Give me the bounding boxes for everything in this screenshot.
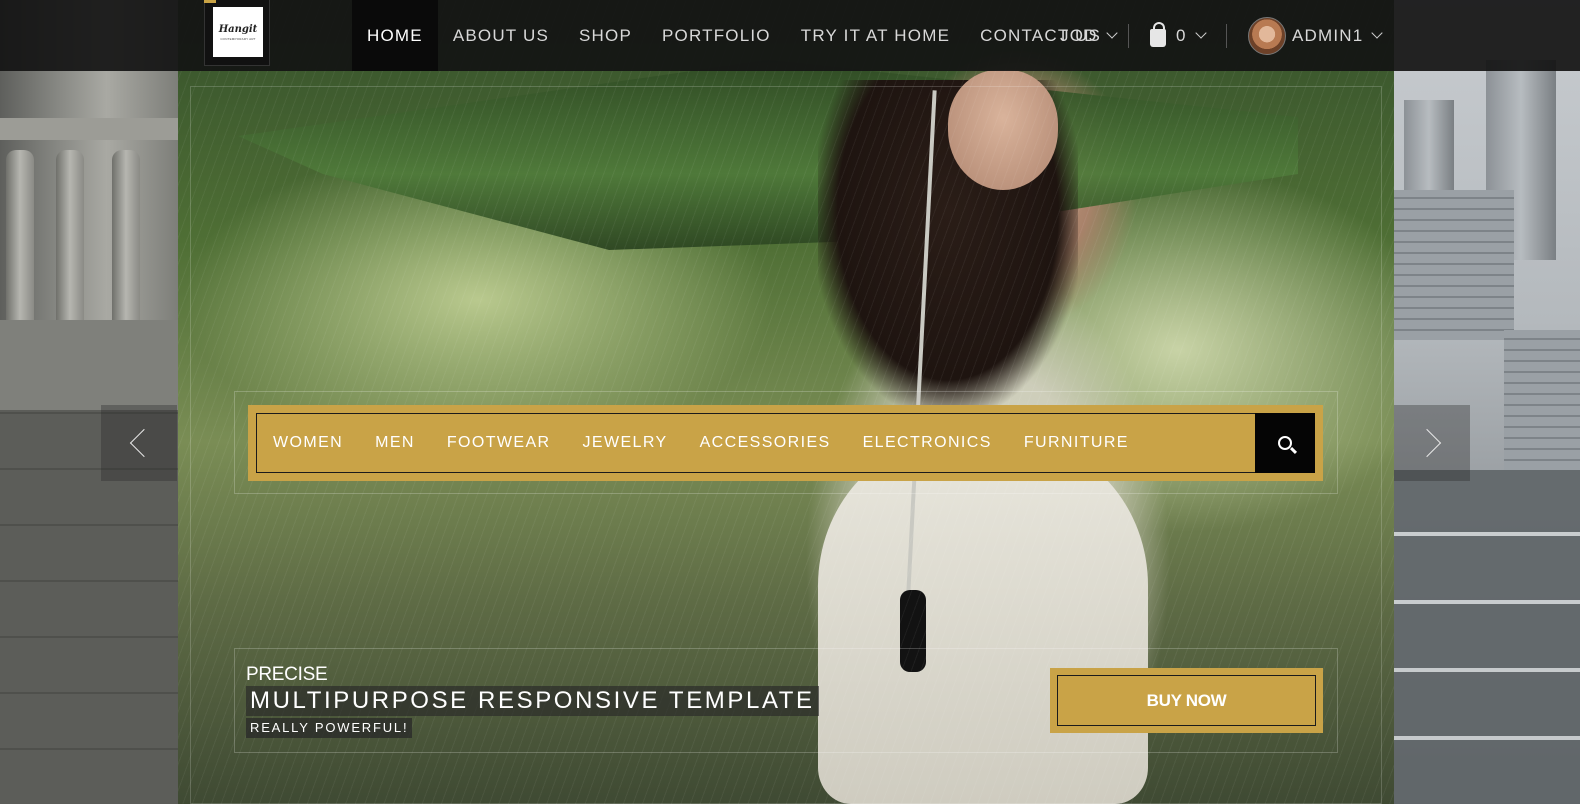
user-menu[interactable]: ADMIN1 — [1248, 0, 1384, 71]
balustrade-base — [0, 320, 178, 410]
category-list: WOMEN MEN FOOTWEAR JEWELRY ACCESSORIES E… — [256, 413, 1315, 473]
site-logo[interactable]: Hangit CONTEMPORARY ART — [204, 0, 270, 66]
slide-headline: MULTIPURPOSE RESPONSIVE TEMPLATE — [246, 686, 819, 716]
buy-now-button[interactable]: BUY NOW — [1050, 668, 1323, 733]
chevron-down-icon — [1194, 27, 1207, 39]
nav-item-try-it-at-home[interactable]: TRY IT AT HOME — [786, 0, 965, 71]
currency-selector[interactable]: JOD — [1060, 0, 1118, 71]
chevron-left-icon — [129, 428, 159, 458]
main-nav: HOME ABOUT US SHOP PORTFOLIO TRY IT AT H… — [352, 0, 1116, 71]
baluster — [56, 150, 84, 340]
chevron-right-icon — [1412, 428, 1442, 458]
shopping-bag-icon — [1150, 21, 1166, 47]
category-men[interactable]: MEN — [359, 434, 431, 452]
nav-item-shop[interactable]: SHOP — [564, 0, 647, 71]
chevron-down-icon — [1105, 27, 1118, 39]
slider-side-image-left — [0, 0, 178, 804]
building — [1504, 330, 1580, 470]
category-footwear[interactable]: FOOTWEAR — [431, 434, 567, 452]
category-women[interactable]: WOMEN — [257, 434, 359, 452]
cart-count: 0 — [1176, 25, 1187, 45]
nav-item-home[interactable]: HOME — [352, 0, 438, 71]
building — [1394, 190, 1514, 340]
baluster — [112, 150, 140, 340]
glass-building — [1394, 470, 1580, 804]
category-bar: WOMEN MEN FOOTWEAR JEWELRY ACCESSORIES E… — [248, 405, 1323, 481]
chevron-down-icon — [1371, 27, 1384, 39]
nav-item-about-us[interactable]: ABOUT US — [438, 0, 564, 71]
slider-next-button[interactable] — [1394, 405, 1470, 481]
category-furniture[interactable]: FURNITURE — [1008, 434, 1145, 452]
logo-brand: Hangit — [218, 23, 258, 35]
slide-subline: REALLY POWERFUL! — [246, 718, 413, 738]
category-accessories[interactable]: ACCESSORIES — [684, 434, 847, 452]
category-jewelry[interactable]: JEWELRY — [567, 434, 684, 452]
logo-tagline: CONTEMPORARY ART — [220, 36, 256, 41]
currency-label: JOD — [1060, 25, 1098, 45]
header-divider — [1128, 24, 1129, 48]
logo-badge: Hangit CONTEMPORARY ART — [211, 5, 265, 59]
category-electronics[interactable]: ELECTRONICS — [847, 434, 1008, 452]
slide-kicker: PRECISE — [246, 664, 328, 685]
slider-side-image-right — [1394, 0, 1580, 804]
buy-now-label: BUY NOW — [1057, 675, 1316, 726]
user-name: ADMIN1 — [1292, 25, 1364, 45]
slider-prev-button[interactable] — [101, 405, 177, 481]
nav-item-portfolio[interactable]: PORTFOLIO — [647, 0, 786, 71]
search-button[interactable] — [1255, 413, 1315, 473]
cart-dropdown[interactable]: 0 — [1150, 0, 1207, 71]
balustrade-rail — [0, 118, 178, 140]
header-divider — [1226, 24, 1227, 48]
site-header: Hangit CONTEMPORARY ART HOME ABOUT US SH… — [0, 0, 1580, 71]
search-icon — [1278, 436, 1292, 450]
avatar — [1248, 16, 1286, 55]
baluster — [6, 150, 34, 340]
logo-accent — [204, 0, 216, 3]
